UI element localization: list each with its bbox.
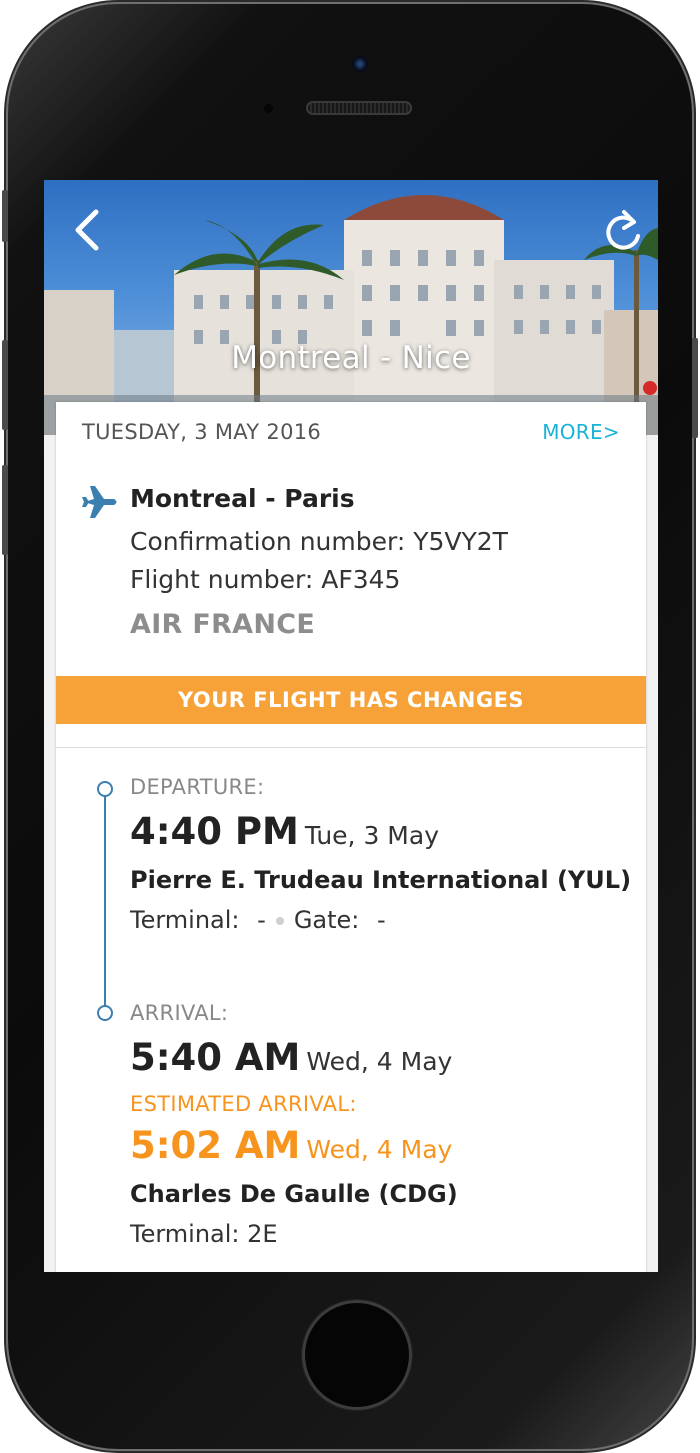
hotel-photo [44,195,658,435]
departure-airport: Pierre E. Trudeau International (YUL) [130,866,632,894]
departure-terminal-gate: Terminal: - Gate: - [130,906,386,934]
departure-timeline-dot [97,781,113,797]
arrival-time: 5:40 AM [130,1036,301,1079]
departure-gate-label: Gate: [293,906,360,934]
power-button [692,338,698,438]
mute-switch [2,190,8,242]
arrival-day: Wed, 4 May [306,1047,453,1076]
flight-route: Montreal - Paris [130,484,355,513]
back-button[interactable] [68,204,112,254]
departure-gate-value: - [377,906,386,934]
airline-name: AIR FRANCE [130,609,316,640]
front-camera [352,56,368,72]
more-link[interactable]: MORE> [542,420,620,444]
estimated-arrival-time: 5:02 AM [130,1124,301,1167]
estimated-arrival-row: 5:02 AM Wed, 4 May [130,1124,452,1167]
volume-down-button [2,465,8,555]
proximity-sensor [264,104,273,113]
confirmation-number: Confirmation number: Y5VY2T [130,527,508,556]
destination-hero-image: Montreal - Nice [44,180,658,435]
chevron-left-icon [75,209,99,251]
volume-up-button [2,340,8,430]
section-divider [56,747,646,748]
departure-terminal-label: Terminal: [130,906,240,934]
estimated-arrival-label: ESTIMATED ARRIVAL: [130,1092,357,1116]
departure-time-row: 4:40 PM Tue, 3 May [130,810,439,853]
arrival-time-row: 5:40 AM Wed, 4 May [130,1036,452,1079]
flight-date: TUESDAY, 3 MAY 2016 [82,420,322,444]
separator-dot [275,917,284,925]
app-screen: Montreal - Nice TUESDAY, 3 MAY 2016 MORE… [44,180,658,1272]
departure-terminal-value: - [257,906,266,934]
earpiece-speaker [306,101,412,115]
arrival-airport: Charles De Gaulle (CDG) [130,1180,458,1208]
departure-time: 4:40 PM [130,810,299,853]
trip-title: Montreal - Nice [231,340,471,376]
refresh-icon [606,210,640,250]
timeline-line [104,788,106,1012]
departure-label: DEPARTURE: [130,775,265,799]
departure-day: Tue, 3 May [304,821,439,850]
home-button[interactable] [302,1300,412,1410]
flight-card: TUESDAY, 3 MAY 2016 MORE> Montreal - Par… [56,402,646,1272]
arrival-label: ARRIVAL: [130,1001,229,1025]
arrival-timeline-dot [97,1005,113,1021]
arrival-terminal: Terminal: 2E [130,1220,278,1248]
refresh-button[interactable] [600,204,646,254]
airplane-icon [82,486,117,518]
flight-changes-banner[interactable]: YOUR FLIGHT HAS CHANGES [56,676,646,724]
estimated-arrival-day: Wed, 4 May [306,1135,453,1164]
flight-number: Flight number: AF345 [130,565,401,594]
